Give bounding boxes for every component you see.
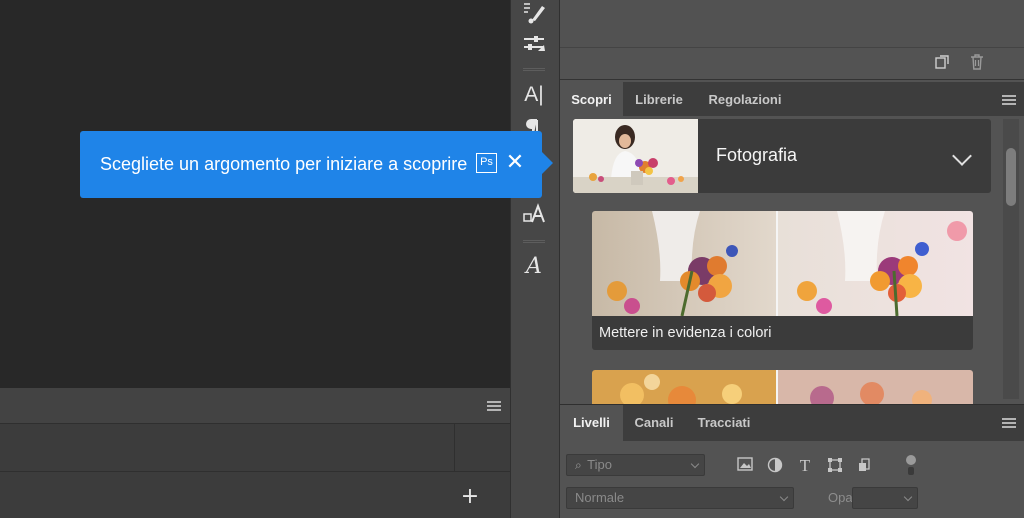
lesson-card[interactable]: Mettere in evidenza i colori bbox=[592, 211, 973, 350]
tab-regolazioni[interactable]: Regolazioni bbox=[695, 82, 795, 118]
new-item-icon[interactable] bbox=[935, 55, 949, 69]
panel-menu-icon[interactable] bbox=[487, 401, 501, 411]
image-filter-icon[interactable] bbox=[736, 457, 754, 475]
blend-mode-value: Normale bbox=[575, 490, 625, 505]
character-icon[interactable]: A| bbox=[511, 80, 557, 110]
lesson-title: Mettere in evidenza i colori bbox=[599, 325, 772, 341]
bottom-left-row bbox=[0, 472, 510, 518]
topic-title: Fotografia bbox=[716, 145, 798, 165]
adjustment-filter-icon[interactable] bbox=[766, 457, 784, 475]
scrollbar-thumb[interactable] bbox=[1006, 148, 1016, 206]
add-button[interactable]: + bbox=[454, 481, 486, 513]
layer-filter-select[interactable]: ⌕ Tipo bbox=[566, 454, 705, 476]
top-panel-content bbox=[560, 0, 1024, 48]
layer-filter-value: Tipo bbox=[587, 457, 612, 472]
right-panel-dock: Scopri Librerie Regolazioni Fotografia M… bbox=[560, 0, 1024, 518]
discover-panel: Fotografia Mettere in evidenza i colori bbox=[560, 116, 1024, 404]
tab-livelli[interactable]: Livelli bbox=[560, 405, 623, 441]
topic-thumbnail bbox=[573, 119, 698, 193]
chevron-down-icon[interactable] bbox=[952, 146, 972, 166]
blend-mode-select[interactable]: Normale bbox=[566, 487, 794, 509]
tooltip-arrow bbox=[542, 152, 553, 174]
tab-canali[interactable]: Canali bbox=[623, 405, 685, 441]
character-styles-icon[interactable] bbox=[511, 200, 557, 230]
chevron-down-icon bbox=[690, 459, 700, 469]
layers-panel: Livelli Canali Tracciati ⌕ Tipo T Normal… bbox=[560, 404, 1024, 518]
lesson-card[interactable] bbox=[592, 370, 973, 404]
type-filter-icon[interactable]: T bbox=[796, 457, 814, 475]
tool-group-grip[interactable] bbox=[523, 68, 545, 71]
layers-tabs: Livelli Canali Tracciati bbox=[560, 405, 1024, 441]
trash-icon[interactable] bbox=[970, 54, 984, 70]
close-icon[interactable]: ✕ bbox=[505, 151, 525, 175]
lesson-thumbnail bbox=[592, 211, 973, 317]
bottom-left-row bbox=[0, 424, 455, 472]
adjustments-icon[interactable] bbox=[511, 32, 557, 62]
tooltip-text: Scegliete un argomento per iniziare a sc… bbox=[100, 154, 468, 174]
tab-tracciati[interactable]: Tracciati bbox=[685, 405, 763, 441]
glyphs-icon[interactable]: A bbox=[511, 252, 557, 282]
filter-toggle[interactable] bbox=[906, 455, 916, 477]
photoshop-icon: Ps bbox=[476, 153, 497, 173]
panel-menu-icon[interactable] bbox=[1002, 418, 1016, 428]
tab-librerie[interactable]: Librerie bbox=[623, 82, 695, 118]
bottom-left-panel-header bbox=[0, 388, 510, 424]
tool-group-grip[interactable] bbox=[523, 240, 545, 243]
panel-menu-icon[interactable] bbox=[1002, 95, 1016, 105]
search-icon: ⌕ bbox=[575, 458, 582, 472]
tool-strip: A| A bbox=[510, 0, 560, 518]
lesson-thumbnail bbox=[592, 370, 973, 404]
chevron-down-icon bbox=[779, 492, 789, 502]
brush-settings-icon[interactable] bbox=[511, 0, 557, 30]
bottom-left-row-cell bbox=[455, 424, 510, 472]
topic-selector[interactable]: Fotografia bbox=[573, 119, 991, 193]
shape-filter-icon[interactable] bbox=[826, 457, 844, 475]
tab-scopri[interactable]: Scopri bbox=[560, 82, 623, 118]
smart-object-filter-icon[interactable] bbox=[856, 457, 874, 475]
discover-tooltip: Scegliete un argomento per iniziare a sc… bbox=[80, 131, 542, 198]
opacity-field[interactable] bbox=[852, 487, 918, 509]
discover-tabs: Scopri Librerie Regolazioni bbox=[560, 82, 1024, 118]
top-panel bbox=[560, 0, 1024, 80]
chevron-down-icon bbox=[903, 492, 913, 502]
bottom-left-panel: + bbox=[0, 388, 510, 518]
